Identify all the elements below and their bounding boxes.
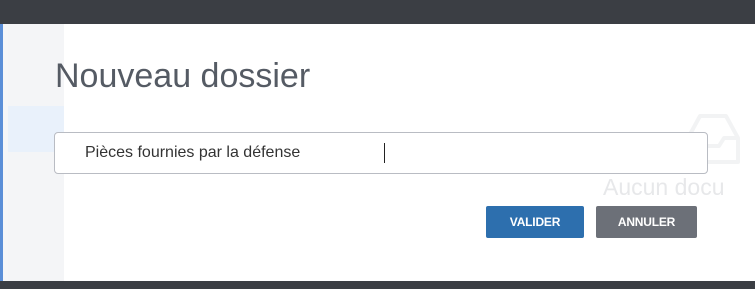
dialog-title: Nouveau dossier xyxy=(55,57,311,95)
bottom-bar xyxy=(0,281,755,289)
left-accent xyxy=(0,24,3,281)
top-bar xyxy=(0,0,755,24)
folder-name-input[interactable] xyxy=(54,132,708,174)
new-folder-dialog: Aucun docu Nouveau dossier VALIDER ANNUL… xyxy=(8,24,755,281)
text-caret xyxy=(384,143,385,163)
empty-state-text: Aucun docu xyxy=(603,174,725,200)
cancel-button[interactable]: ANNULER xyxy=(596,206,697,238)
validate-button[interactable]: VALIDER xyxy=(486,206,584,238)
